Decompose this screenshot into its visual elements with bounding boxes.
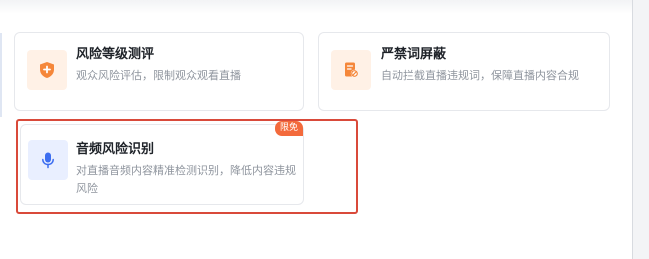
shield-plus-icon xyxy=(27,50,67,90)
card-title: 严禁词屏蔽 xyxy=(381,47,447,62)
card-title: 风险等级测评 xyxy=(76,47,155,62)
card-description: 自动拦截直播违规词，保障直播内容合规 xyxy=(381,69,579,82)
card-risk-assessment[interactable]: 风险等级测评 观众风险评估，限制观众观看直播 xyxy=(14,32,304,111)
document-block-icon xyxy=(331,50,371,90)
top-divider xyxy=(0,0,632,14)
card-banned-words[interactable]: 严禁词屏蔽 自动拦截直播违规词，保障直播内容合规 xyxy=(318,32,610,111)
highlight-frame xyxy=(16,119,358,214)
left-edge-accent xyxy=(0,33,2,117)
scrollbar[interactable] xyxy=(632,0,649,259)
card-description: 观众风险评估，限制观众观看直播 xyxy=(76,69,241,82)
feature-panel: 风险等级测评 观众风险评估，限制观众观看直播 严禁词屏蔽 自动拦截直播违规词，保… xyxy=(0,0,649,259)
